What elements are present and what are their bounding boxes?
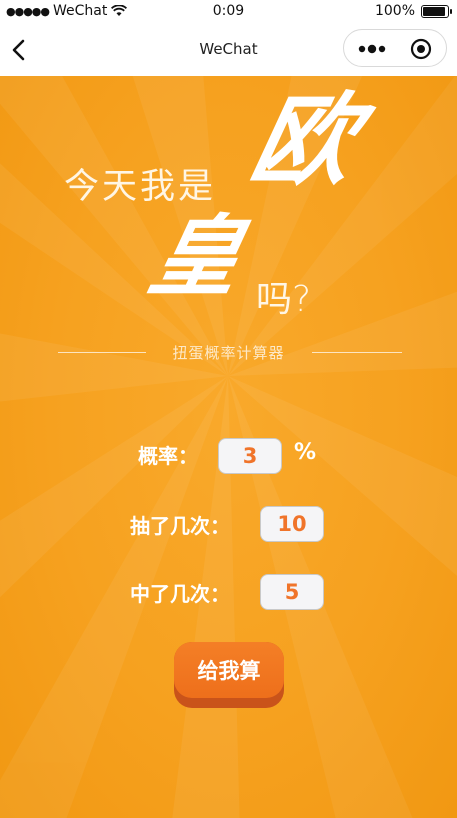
calculate-button-label: 给我算 xyxy=(174,642,284,698)
close-icon[interactable] xyxy=(410,38,432,60)
hero-calligraphy-1: 欧 xyxy=(241,81,367,199)
calculate-button[interactable]: 给我算 xyxy=(174,642,284,708)
draws-input[interactable] xyxy=(260,506,324,542)
main-panel: 今天我是 欧 皇 吗? 扭蛋概率计算器 概率： % 抽了几次： 中了几次： 给我… xyxy=(0,76,457,818)
hero-text-line2: 吗? xyxy=(256,279,312,320)
battery-fill xyxy=(423,6,445,16)
hits-label: 中了几次： xyxy=(130,582,230,606)
status-bar: ●●●●● WeChat 0:09 100% xyxy=(0,0,457,24)
hero-calligraphy-2: 皇 xyxy=(140,204,252,308)
status-right: 100% xyxy=(374,3,452,19)
nav-bar: WeChat xyxy=(0,24,457,76)
hero-text-line1: 今天我是 xyxy=(64,167,217,207)
mini-program-capsule xyxy=(343,29,447,67)
probability-label: 概率： xyxy=(138,444,198,468)
percent-unit: % xyxy=(294,440,317,465)
draws-label: 抽了几次： xyxy=(130,514,230,538)
divider-right xyxy=(312,352,402,353)
probability-input[interactable] xyxy=(218,438,282,474)
hits-input[interactable] xyxy=(260,574,324,610)
battery-percent: 100% xyxy=(374,3,415,19)
more-icon[interactable] xyxy=(358,43,386,55)
battery-icon xyxy=(421,4,452,18)
